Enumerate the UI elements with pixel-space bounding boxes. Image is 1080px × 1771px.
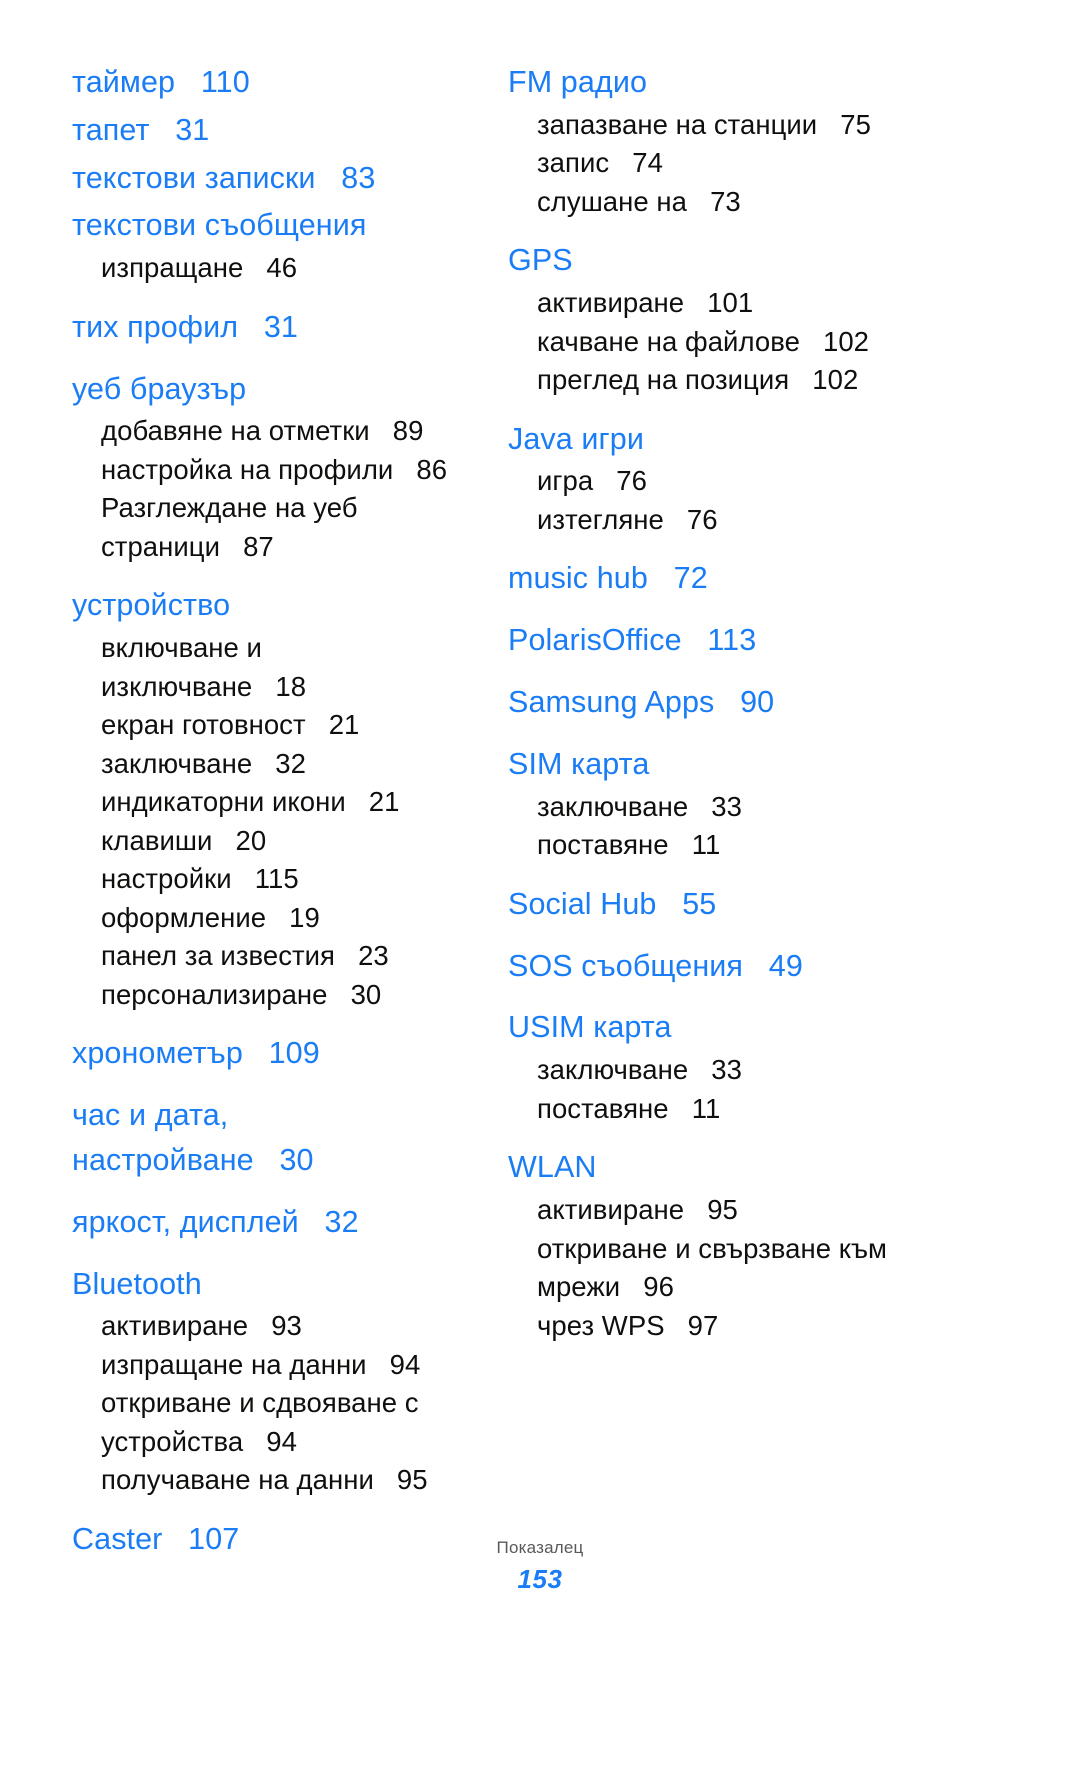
index-entry: текстови записки 83 <box>72 156 482 201</box>
index-subentry[interactable]: включване и <box>72 629 482 668</box>
index-subentry[interactable]: изпращане 46 <box>72 249 482 288</box>
index-subentry[interactable]: активиране 95 <box>508 1191 1020 1230</box>
index-entry-term[interactable]: GPS <box>508 238 1020 283</box>
index-subentry[interactable]: оформление 19 <box>72 899 482 938</box>
index-subentry[interactable]: заключване 33 <box>508 788 1020 827</box>
index-subentry-list: запазване на станции 75 запис 74 слушане н… <box>508 106 1020 222</box>
index-subentry[interactable]: чрез WPS 97 <box>508 1307 1020 1346</box>
index-subentry-list: активиране 93 изпращане на данни 94 открив… <box>72 1307 482 1500</box>
index-subentry[interactable]: настройка на профили 86 <box>72 451 482 490</box>
index-entry: таймер 110 <box>72 60 482 105</box>
index-subentry[interactable]: заключване 33 <box>508 1051 1020 1090</box>
index-subentry-list: заключване 33 поставяне 11 <box>508 788 1020 865</box>
index-subentry[interactable]: Разглеждане на уеб <box>72 489 482 528</box>
index-entry: WLAN активиране 95 откриване и свързване к… <box>508 1145 1020 1345</box>
index-entry-term[interactable]: FM радио <box>508 60 1020 105</box>
index-entry-term[interactable]: music hub 72 <box>508 556 1020 601</box>
index-subentry[interactable]: игра 76 <box>508 462 1020 501</box>
index-entry-term[interactable]: SIM карта <box>508 742 1020 787</box>
index-subentry[interactable]: панел за известия 23 <box>72 937 482 976</box>
index-subentry[interactable]: мрежи 96 <box>508 1268 1020 1307</box>
index-entry-term[interactable]: Samsung Apps 90 <box>508 680 1020 725</box>
index-subentry[interactable]: добавяне на отметки 89 <box>72 412 482 451</box>
index-entry-term[interactable]: Social Hub 55 <box>508 882 1020 927</box>
index-entry: FM радио запазване на станции 75 запис 74 с… <box>508 60 1020 221</box>
index-entry: Social Hub 55 <box>508 882 1020 927</box>
index-subentry[interactable]: екран готовност 21 <box>72 706 482 745</box>
index-subentry[interactable]: запис 74 <box>508 144 1020 183</box>
index-subentry[interactable]: слушане на 73 <box>508 183 1020 222</box>
index-subentry[interactable]: преглед на позиция 102 <box>508 361 1020 400</box>
index-entry: SIM карта заключване 33 поставяне 11 <box>508 742 1020 865</box>
index-subentry[interactable]: качване на файлове 102 <box>508 323 1020 362</box>
index-entry: яркост, дисплей 32 <box>72 1200 482 1245</box>
index-subentry-list: добавяне на отметки 89 настройка на профи… <box>72 412 482 566</box>
index-subentry[interactable]: клавиши 20 <box>72 822 482 861</box>
index-subentry[interactable]: изпращане на данни 94 <box>72 1346 482 1385</box>
page-footer: Показалец 153 <box>0 1538 1080 1595</box>
index-entry: Bluetooth активиране 93 изпращане на данни… <box>72 1262 482 1500</box>
index-entry-term[interactable]: Bluetooth <box>72 1262 482 1307</box>
index-subentry[interactable]: персонализиране 30 <box>72 976 482 1015</box>
index-subentry-list: включване и изключване 18 екран готовност … <box>72 629 482 1014</box>
index-entry-term[interactable]: текстови записки 83 <box>72 156 482 201</box>
index-entry-term[interactable]: текстови съобщения <box>72 203 482 248</box>
index-entry: GPS активиране 101 качване на файлове 102 п… <box>508 238 1020 399</box>
index-entry-term[interactable]: Java игри <box>508 417 1020 462</box>
index-entry-term[interactable]: тапет 31 <box>72 108 482 153</box>
index-subentry[interactable]: активиране 93 <box>72 1307 482 1346</box>
index-subentry-list: игра 76 изтегляне 76 <box>508 462 1020 539</box>
index-subentry[interactable]: изключване 18 <box>72 668 482 707</box>
index-entry: SOS съобщения 49 <box>508 944 1020 989</box>
index-entry: music hub 72 <box>508 556 1020 601</box>
index-entry-term[interactable]: устройство <box>72 583 482 628</box>
footer-section-label: Показалец <box>496 1537 584 1557</box>
index-entry-term[interactable]: таймер 110 <box>72 60 482 105</box>
index-entry: Java игри игра 76 изтегляне 76 <box>508 417 1020 540</box>
index-entry-term[interactable]: тих профил 31 <box>72 305 482 350</box>
index-subentry[interactable]: откриване и сдвояване с <box>72 1384 482 1423</box>
index-entry: хронометър 109 <box>72 1031 482 1076</box>
index-column-left: таймер 110 тапет 31 текстови записки 83 тек… <box>0 60 490 1562</box>
index-entry-term[interactable]: уеб браузър <box>72 367 482 412</box>
index-subentry[interactable]: устройства 94 <box>72 1423 482 1462</box>
index-subentry[interactable]: получаване на данни 95 <box>72 1461 482 1500</box>
index-entry-term[interactable]: WLAN <box>508 1145 1020 1190</box>
index-entry-term[interactable]: SOS съобщения 49 <box>508 944 1020 989</box>
index-subentry-list: заключване 33 поставяне 11 <box>508 1051 1020 1128</box>
index-entry: текстови съобщения изпращане 46 <box>72 203 482 287</box>
index-entry: тих профил 31 <box>72 305 482 350</box>
index-column-right: FM радио запазване на станции 75 запис 74 с… <box>490 60 1080 1345</box>
index-entry-term[interactable]: PolarisOffice 113 <box>508 618 1020 663</box>
index-entry-term[interactable]: яркост, дисплей 32 <box>72 1200 482 1245</box>
index-entry-term[interactable]: час и дата, настройване 30 <box>72 1093 482 1183</box>
index-subentry-list: изпращане 46 <box>72 249 482 288</box>
index-page: таймер 110 тапет 31 текстови записки 83 тек… <box>0 0 1080 1771</box>
index-entry: PolarisOffice 113 <box>508 618 1020 663</box>
index-subentry[interactable]: изтегляне 76 <box>508 501 1020 540</box>
index-entry: Samsung Apps 90 <box>508 680 1020 725</box>
index-subentry[interactable]: поставяне 11 <box>508 1090 1020 1129</box>
footer-page-number: 153 <box>517 1564 563 1594</box>
index-entry: уеб браузър добавяне на отметки 89 настрой… <box>72 367 482 567</box>
index-subentry-list: активиране 101 качване на файлове 102 прег… <box>508 284 1020 400</box>
index-subentry[interactable]: страници 87 <box>72 528 482 567</box>
index-entry: USIM карта заключване 33 поставяне 11 <box>508 1005 1020 1128</box>
index-entry: час и дата, настройване 30 <box>72 1093 482 1183</box>
index-subentry[interactable]: заключване 32 <box>72 745 482 784</box>
index-entry: устройство включване и изключване 18 екран … <box>72 583 482 1014</box>
index-entry-term[interactable]: хронометър 109 <box>72 1031 482 1076</box>
index-entry: тапет 31 <box>72 108 482 153</box>
index-subentry[interactable]: поставяне 11 <box>508 826 1020 865</box>
index-columns: таймер 110 тапет 31 текстови записки 83 тек… <box>0 60 1080 1562</box>
index-subentry[interactable]: индикаторни икони 21 <box>72 783 482 822</box>
index-subentry[interactable]: настройки 115 <box>72 860 482 899</box>
index-subentry[interactable]: активиране 101 <box>508 284 1020 323</box>
index-subentry-list: активиране 95 откриване и свързване към мр… <box>508 1191 1020 1345</box>
index-subentry[interactable]: откриване и свързване към <box>508 1230 1020 1269</box>
index-subentry[interactable]: запазване на станции 75 <box>508 106 1020 145</box>
index-entry-term[interactable]: USIM карта <box>508 1005 1020 1050</box>
